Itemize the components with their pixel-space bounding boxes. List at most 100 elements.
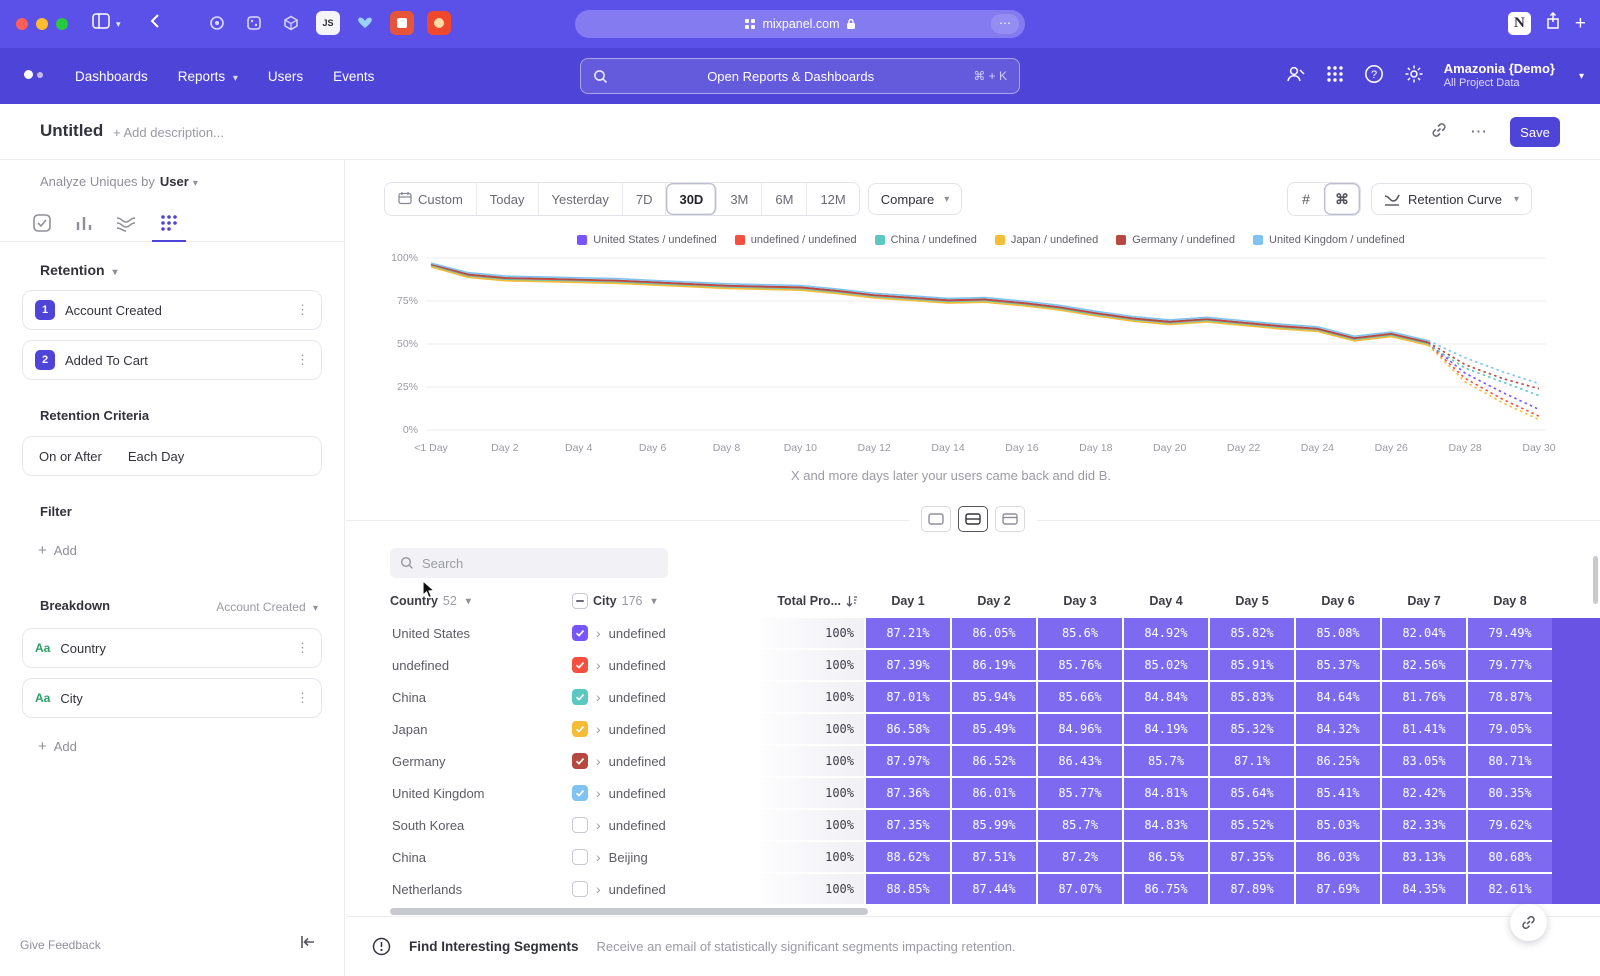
retention-value-cell[interactable]: 78.87% <box>1468 682 1552 712</box>
retention-value-cell[interactable]: 81.76% <box>1382 682 1466 712</box>
apps-grid-icon[interactable] <box>1326 65 1344 88</box>
row-checkbox[interactable] <box>572 625 588 641</box>
expand-row-chevron[interactable]: › <box>596 721 601 737</box>
users-icon[interactable] <box>1285 64 1306 89</box>
table-search[interactable] <box>390 548 668 578</box>
column-header-day-1[interactable]: Day 1 <box>866 594 950 608</box>
chevron-down-icon[interactable]: ▾ <box>116 19 121 30</box>
retention-value-cell[interactable]: 84.96% <box>1038 714 1122 744</box>
retention-value-cell[interactable]: 86.19% <box>952 650 1036 680</box>
country-cell[interactable]: South Korea <box>390 810 570 840</box>
nav-dashboards[interactable]: Dashboards <box>75 69 148 84</box>
country-cell[interactable]: Netherlands <box>390 874 570 904</box>
retention-value-cell[interactable]: 85.49% <box>952 714 1036 744</box>
retention-value-cell[interactable]: 86.25% <box>1296 746 1380 776</box>
retention-value-cell[interactable]: 85.7% <box>1124 746 1208 776</box>
retention-value-cell[interactable]: 87.01% <box>866 682 950 712</box>
tab-insights-icon[interactable] <box>30 211 54 235</box>
retention-value-cell[interactable]: 83.13% <box>1382 842 1466 872</box>
country-cell[interactable]: Japan <box>390 714 570 744</box>
column-header-day-7[interactable]: Day 7 <box>1382 594 1466 608</box>
extension-icon[interactable] <box>353 11 377 35</box>
find-segments-title[interactable]: Find Interesting Segments <box>409 939 579 954</box>
legend-item[interactable]: United States / undefined <box>577 234 717 246</box>
project-switcher[interactable]: Amazonia {Demo} All Project Data <box>1444 61 1555 91</box>
retention-value-cell[interactable]: 82.61% <box>1468 874 1552 904</box>
retention-value-cell[interactable]: 85.64% <box>1210 778 1294 808</box>
retention-value-cell[interactable]: 85.08% <box>1296 618 1380 648</box>
nav-events[interactable]: Events <box>333 69 374 84</box>
more-actions-button[interactable]: ⋯ <box>1470 122 1488 142</box>
retention-step-2[interactable]: 2 Added To Cart ⋮ <box>22 340 322 380</box>
breakdown-scope-selector[interactable]: Account Created ▾ <box>216 600 318 614</box>
retention-value-cell[interactable]: 84.64% <box>1296 682 1380 712</box>
country-cell[interactable]: China <box>390 682 570 712</box>
retention-value-cell[interactable]: 86.52% <box>952 746 1036 776</box>
back-icon[interactable] <box>150 13 160 33</box>
retention-value-cell[interactable]: 87.97% <box>866 746 950 776</box>
retention-value-cell[interactable]: 87.35% <box>866 810 950 840</box>
vertical-scrollbar[interactable] <box>1593 556 1598 604</box>
expand-row-chevron[interactable]: › <box>596 753 601 769</box>
select-all-checkbox[interactable] <box>572 593 588 609</box>
retention-value-cell[interactable]: 82.56% <box>1382 650 1466 680</box>
retention-value-cell[interactable]: 85.91% <box>1210 650 1294 680</box>
extension-icon[interactable] <box>279 11 303 35</box>
retention-value-cell[interactable]: 87.1% <box>1210 746 1294 776</box>
retention-value-cell[interactable]: 87.2% <box>1038 842 1122 872</box>
row-checkbox[interactable] <box>572 881 588 897</box>
retention-value-cell[interactable]: 85.32% <box>1210 714 1294 744</box>
tab-retention-icon[interactable] <box>157 211 181 235</box>
nav-users[interactable]: Users <box>268 69 303 84</box>
expand-row-chevron[interactable]: › <box>596 881 601 897</box>
expand-row-chevron[interactable]: › <box>596 785 601 801</box>
collapse-sidebar-icon[interactable] <box>300 935 316 954</box>
browser-sidebar-icon[interactable] <box>92 13 110 33</box>
column-header-day-6[interactable]: Day 6 <box>1296 594 1380 608</box>
range-today[interactable]: Today <box>477 183 539 215</box>
kebab-menu-icon[interactable]: ⋮ <box>296 352 309 368</box>
retention-value-cell[interactable]: 85.83% <box>1210 682 1294 712</box>
retention-value-cell[interactable]: 87.69% <box>1296 874 1380 904</box>
chart-only-view-button[interactable] <box>921 506 951 532</box>
criteria-each-day[interactable]: Each Day <box>128 449 184 464</box>
retention-value-cell[interactable]: 84.84% <box>1124 682 1208 712</box>
range-yesterday[interactable]: Yesterday <box>539 183 623 215</box>
retention-value-cell[interactable]: 80.35% <box>1468 778 1552 808</box>
help-icon[interactable]: ? <box>1364 64 1384 89</box>
row-checkbox[interactable] <box>572 689 588 705</box>
retention-value-cell[interactable]: 85.41% <box>1296 778 1380 808</box>
column-header-day-2[interactable]: Day 2 <box>952 594 1036 608</box>
retention-value-cell[interactable]: 86.58% <box>866 714 950 744</box>
country-cell[interactable]: United Kingdom <box>390 778 570 808</box>
retention-section-header[interactable]: Retention ▾ <box>40 262 117 278</box>
add-filter-button[interactable]: + Add <box>38 542 77 559</box>
retention-chart[interactable]: 100%75%50%25%0% <box>346 254 1556 436</box>
retention-value-cell[interactable]: 85.52% <box>1210 810 1294 840</box>
legend-item[interactable]: China / undefined <box>875 234 977 246</box>
retention-value-cell[interactable]: 86.5% <box>1124 842 1208 872</box>
retention-value-cell[interactable]: 84.19% <box>1124 714 1208 744</box>
share-icon[interactable] <box>1545 12 1561 35</box>
minimize-window-button[interactable] <box>36 18 48 30</box>
extension-icon[interactable] <box>205 11 229 35</box>
row-checkbox[interactable] <box>572 849 588 865</box>
retention-value-cell[interactable]: 86.75% <box>1124 874 1208 904</box>
retention-value-cell[interactable]: 80.71% <box>1468 746 1552 776</box>
retention-value-cell[interactable]: 79.49% <box>1468 618 1552 648</box>
range-12m[interactable]: 12M <box>807 183 858 215</box>
add-breakdown-button[interactable]: + Add <box>38 738 77 755</box>
add-description[interactable]: + Add description... <box>113 125 224 140</box>
extension-icon[interactable] <box>390 11 414 35</box>
address-bar[interactable]: mixpanel.com ⋯ <box>575 10 1025 38</box>
table-only-view-button[interactable] <box>995 506 1025 532</box>
retention-value-cell[interactable]: 85.82% <box>1210 618 1294 648</box>
retention-value-cell[interactable]: 87.51% <box>952 842 1036 872</box>
legend-item[interactable]: Japan / undefined <box>995 234 1098 246</box>
range-7d[interactable]: 7D <box>623 183 667 215</box>
retention-value-cell[interactable]: 85.7% <box>1038 810 1122 840</box>
range-3m[interactable]: 3M <box>717 183 762 215</box>
row-checkbox[interactable] <box>572 657 588 673</box>
retention-value-cell[interactable]: 84.35% <box>1382 874 1466 904</box>
retention-value-cell[interactable]: 85.02% <box>1124 650 1208 680</box>
